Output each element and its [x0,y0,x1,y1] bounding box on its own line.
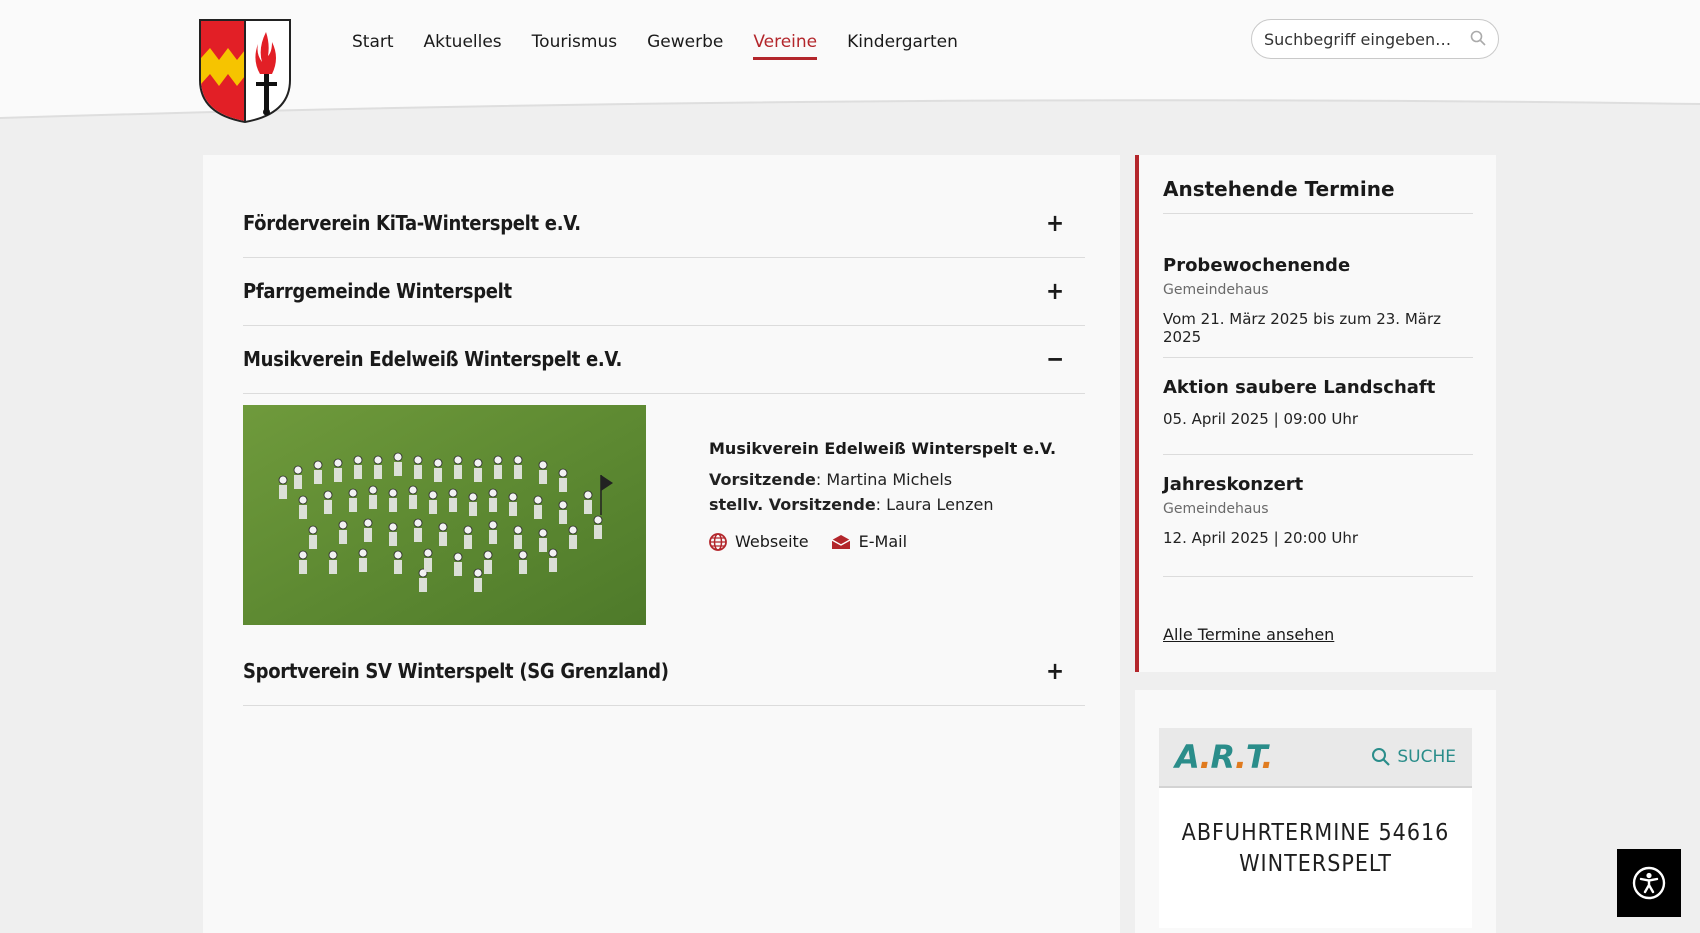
search-icon [1372,748,1391,766]
club-name: Musikverein Edelweiß Winterspelt e.V. [709,439,1057,458]
main-navigation: Start Aktuelles Tourismus Gewerbe Verein… [352,32,988,60]
event-location: Gemeindehaus [1163,282,1269,298]
events-heading: Anstehende Termine [1163,177,1395,201]
accordion-title: Förderverein KiTa-Winterspelt e.V. [243,211,581,235]
chair-line: Vorsitzende: Martina Michels [709,470,1056,489]
event-title: Probewochenende [1163,255,1351,276]
clubs-accordion-card: Förderverein KiTa-Winterspelt e.V. + Pfa… [203,155,1120,933]
accordion-item-musikverein[interactable]: Musikverein Edelweiß Winterspelt e.V. − [243,325,1085,394]
accordion-item-pfarrgemeinde[interactable]: Pfarrgemeinde Winterspelt + [243,257,1085,326]
email-link-label: E-Mail [858,532,908,551]
website-link[interactable]: Webseite [709,532,809,551]
divider [1163,357,1473,358]
band-photo-image [243,405,646,625]
accessibility-icon [1632,866,1666,900]
accordion-item-sportverein[interactable]: Sportverein SV Winterspelt (SG Grenzland… [243,637,1085,706]
upcoming-events-panel: Anstehende Termine Probewochenende Gemei… [1135,155,1496,672]
nav-item-aktuelles[interactable]: Aktuelles [424,32,502,60]
club-contact-info: Musikverein Edelweiß Winterspelt e.V. Vo… [709,439,1056,551]
email-link[interactable]: E-Mail [831,532,907,551]
nav-item-kindergarten[interactable]: Kindergarten [847,32,958,60]
club-links: Webseite E-Mail [709,532,1056,551]
event-item[interactable]: Jahreskonzert Gemeindehaus 12. April 202… [1163,474,1473,547]
divider [1163,454,1473,455]
vice-chair-line: stellv. Vorsitzende: Laura Lenzen [709,495,1056,514]
band-group-photo [243,405,646,625]
art-search-label: SUCHE [1397,747,1456,767]
site-header: Start Aktuelles Tourismus Gewerbe Verein… [0,0,1700,124]
accordion-panel-musikverein: Musikverein Edelweiß Winterspelt e.V. Vo… [243,405,1085,625]
event-title: Jahreskonzert [1163,474,1304,495]
art-logo[interactable]: A.R.T. [1175,738,1273,776]
search-box [1251,19,1499,59]
divider [1163,213,1473,214]
mail-icon [831,534,850,549]
accordion-item-foerderverein[interactable]: Förderverein KiTa-Winterspelt e.V. + [243,189,1085,258]
search-input[interactable] [1264,29,1454,49]
event-item[interactable]: Probewochenende Gemeindehaus Vom 21. Mär… [1163,255,1473,346]
divider [1163,576,1473,577]
nav-item-tourismus[interactable]: Tourismus [532,32,617,60]
nav-item-gewerbe[interactable]: Gewerbe [647,32,723,60]
nav-item-vereine[interactable]: Vereine [753,32,817,60]
vice-chair-value: : Laura Lenzen [875,495,994,514]
nav-item-start[interactable]: Start [352,32,394,60]
accordion-title: Sportverein SV Winterspelt (SG Grenzland… [243,659,669,683]
chair-value: : Martina Michels [815,470,953,489]
art-logo-letter: T [1245,738,1262,776]
expand-plus-icon[interactable]: + [1045,209,1065,237]
accordion-title: Pfarrgemeinde Winterspelt [243,279,512,303]
art-logo-letter: R [1210,738,1236,776]
art-title-line: ABFUHRTERMINE 54616 [1181,820,1450,846]
accessibility-button[interactable] [1617,849,1681,917]
expand-plus-icon[interactable]: + [1045,657,1065,685]
search-icon[interactable] [1470,30,1486,50]
all-events-link[interactable]: Alle Termine ansehen [1163,625,1334,644]
art-title-line: WINTERSPELT [1239,851,1392,877]
art-widget-header: A.R.T. SUCHE [1159,728,1472,788]
vice-chair-label: stellv. Vorsitzende [709,495,876,514]
art-search-button[interactable]: SUCHE [1371,747,1456,767]
municipality-coat-of-arms-logo[interactable] [198,18,292,124]
event-item[interactable]: Aktion saubere Landschaft 05. April 2025… [1163,377,1473,428]
event-date: 12. April 2025 | 20:00 Uhr [1163,529,1359,547]
website-link-label: Webseite [735,532,809,551]
event-title: Aktion saubere Landschaft [1163,377,1436,398]
art-widget: A.R.T. SUCHE ABFUHRTERMINE 54616 WINTERS… [1159,728,1472,928]
expand-plus-icon[interactable]: + [1045,277,1065,305]
chair-label: Vorsitzende [709,470,816,489]
art-widget-title: ABFUHRTERMINE 54616 WINTERSPELT [1159,818,1472,880]
event-location: Gemeindehaus [1163,501,1269,517]
globe-icon [709,532,727,551]
event-date: 05. April 2025 | 09:00 Uhr [1163,410,1359,428]
art-logo-letter: A [1175,738,1200,776]
event-date: Vom 21. März 2025 bis zum 23. März 2025 [1163,310,1441,346]
collapse-minus-icon[interactable]: − [1045,345,1065,373]
coat-of-arms-icon [199,19,291,124]
accordion-title: Musikverein Edelweiß Winterspelt e.V. [243,347,623,371]
waste-collection-widget-card: A.R.T. SUCHE ABFUHRTERMINE 54616 WINTERS… [1135,690,1496,933]
